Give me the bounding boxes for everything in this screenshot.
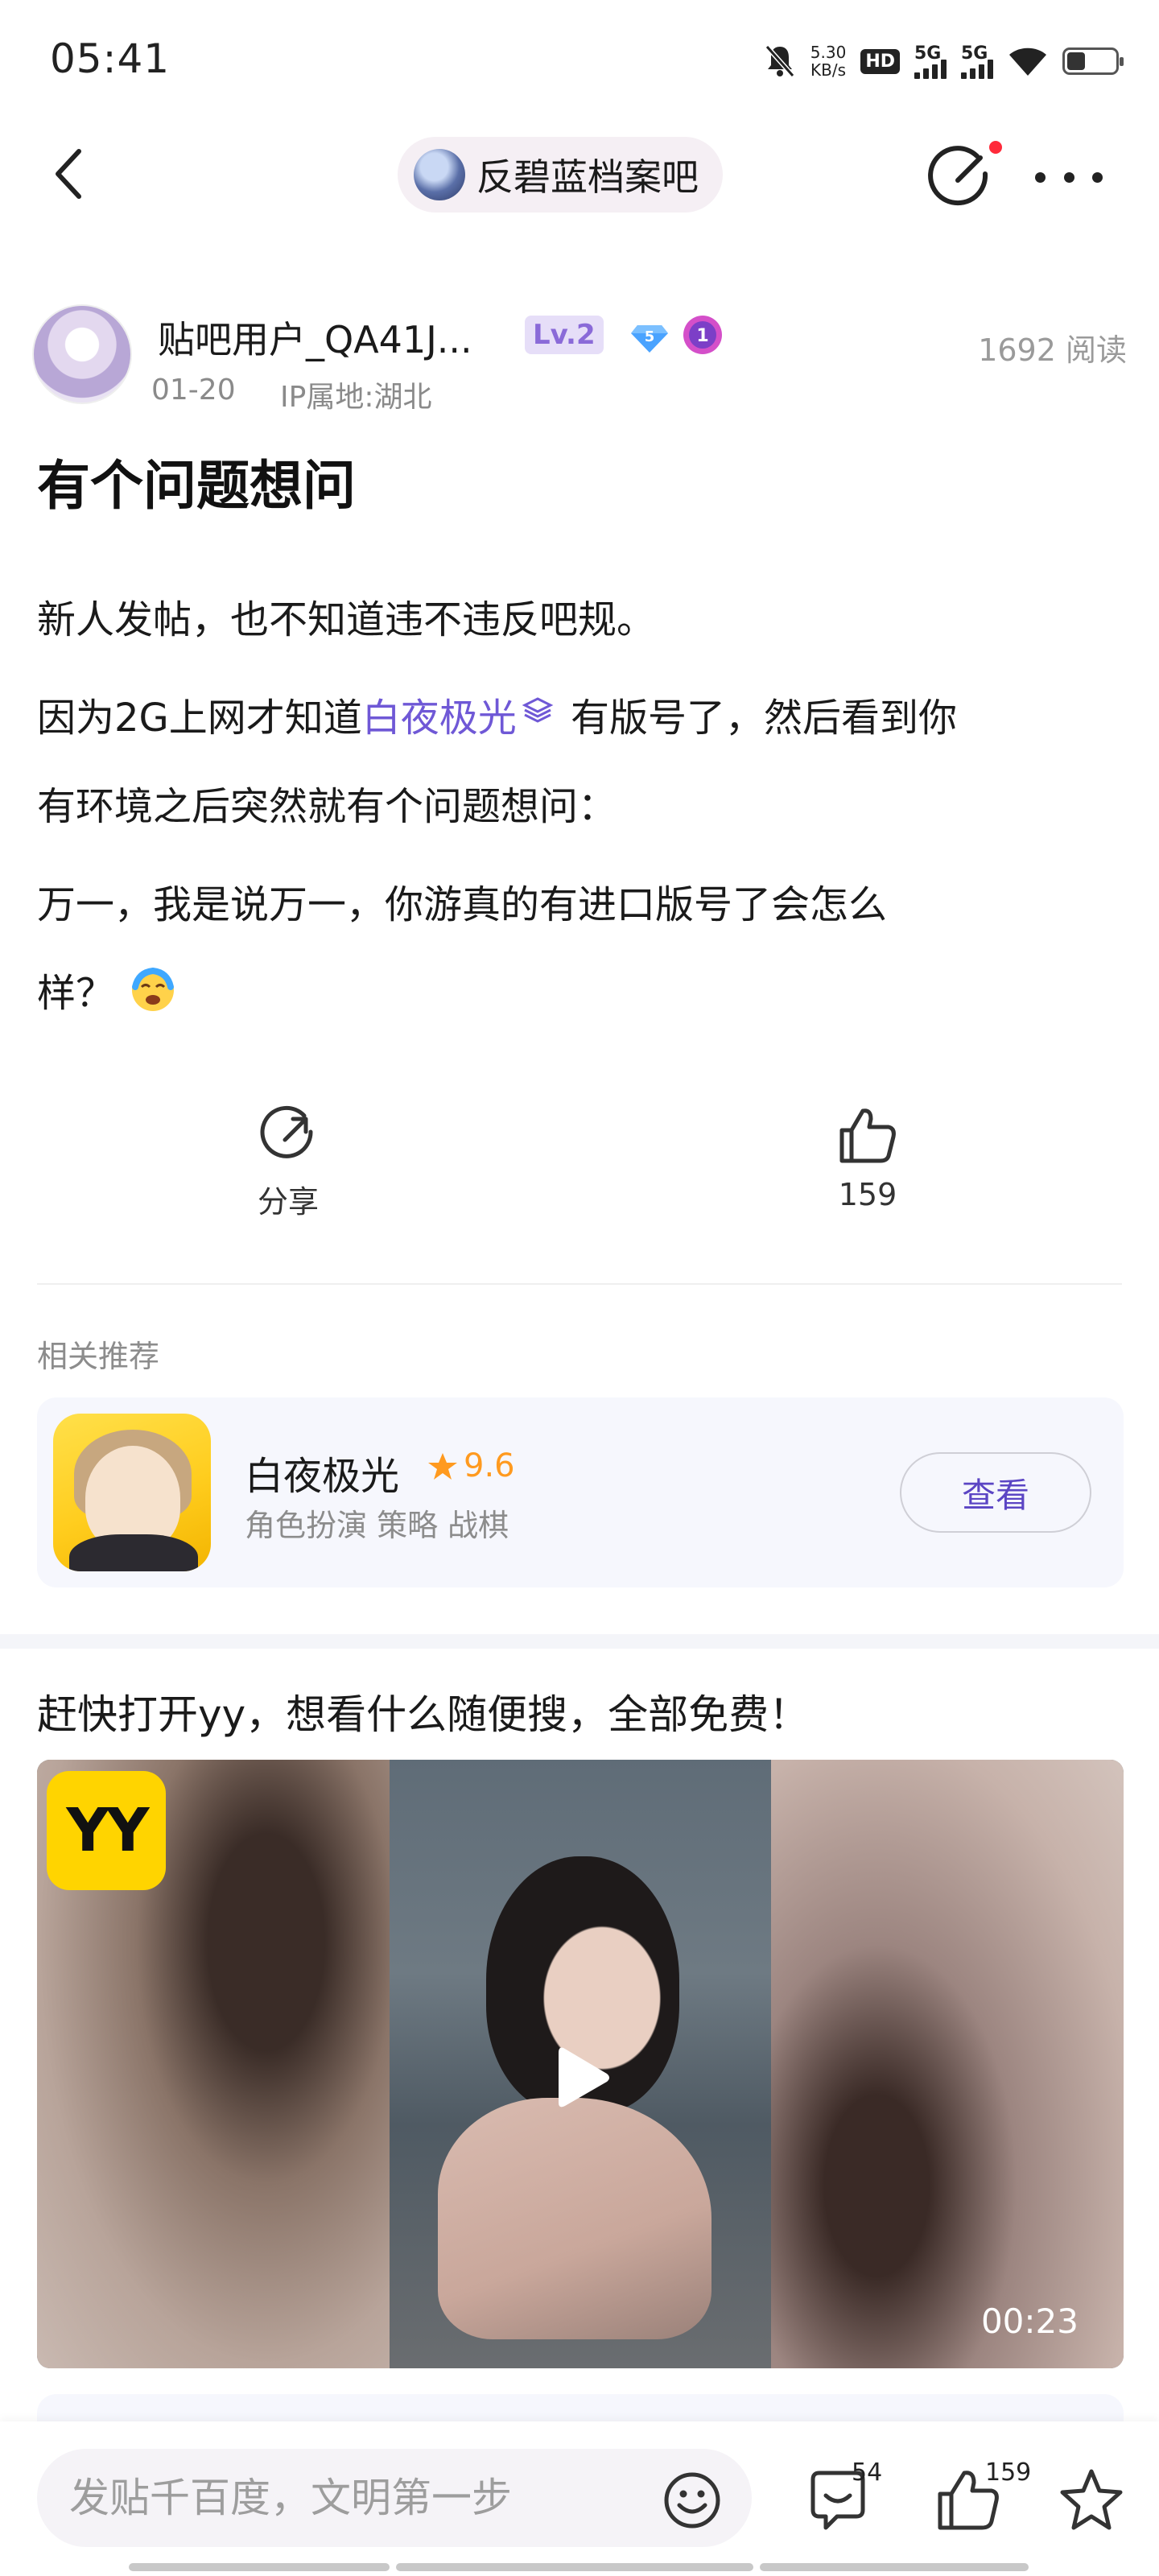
more-dot (1035, 171, 1046, 183)
mute-bell-icon (765, 45, 795, 77)
star-icon[interactable] (1056, 2465, 1127, 2536)
app-rating: 9.6 (464, 1447, 515, 1484)
app-icon (53, 1414, 211, 1571)
level-badge: Lv.2 (525, 316, 604, 354)
like-action[interactable]: 159 (787, 1104, 948, 1212)
view-button[interactable]: 查看 (900, 1452, 1091, 1533)
notification-dot (987, 138, 1004, 156)
thumbs-up-icon (839, 1108, 896, 1163)
network-type-label: 5G (914, 43, 942, 64)
app-tags: 角色扮演 策略 战棋 (245, 1508, 509, 1543)
status-time: 05:41 (50, 35, 171, 82)
forum-chip[interactable]: 反碧蓝档案吧 (398, 137, 723, 213)
ad-video[interactable]: YY 00:23 (37, 1760, 1124, 2368)
more-dot (1063, 171, 1074, 183)
author-name[interactable]: 贴吧用户_QA41J... (158, 311, 472, 364)
ip-location: IP属地:湖北 (280, 381, 432, 414)
post-line: 样？ (37, 961, 179, 1018)
more-button[interactable] (1035, 153, 1103, 201)
medal-level: 1 (696, 326, 708, 346)
like-count: 159 (985, 2458, 1032, 2487)
post-line: 万一，我是说万一，你游真的有进口版号了会怎么 (37, 882, 888, 927)
post-date: 01-20 (151, 374, 236, 407)
diamond-badge-icon: 5 (631, 325, 668, 353)
video-blur-right (771, 1760, 1124, 2368)
signal-icon: 5G (914, 43, 947, 79)
status-icons: 5.30 KB/s HD 5G 5G (764, 37, 1124, 85)
related-section-title: 相关推荐 (37, 1339, 160, 1374)
author-header: 贴吧用户_QA41J... Lv.2 5 1 01-20 IP属地:湖北 169… (32, 304, 1127, 414)
video-subject-body (438, 2098, 711, 2339)
app-recommendation-card[interactable]: 白夜极光 9.6 角色扮演 策略 战棋 查看 (37, 1397, 1124, 1587)
star-icon (428, 1453, 457, 1480)
share-action[interactable]: 分享 (208, 1104, 369, 1221)
comment-count: 54 (852, 2458, 883, 2487)
wifi-icon (1009, 47, 1046, 76)
post-text: 因为2G上网才知道 (37, 696, 362, 741)
medal-badge-icon: 1 (683, 316, 722, 354)
more-dot (1092, 171, 1103, 183)
post-title: 有个问题想问 (37, 455, 356, 517)
app-name: 白夜极光 (245, 1454, 400, 1499)
play-icon[interactable] (536, 2033, 625, 2122)
top-nav-bar: 反碧蓝档案吧 (0, 121, 1159, 225)
section-gap (0, 1634, 1159, 1649)
network-type-label: 5G (961, 43, 988, 64)
comment-input[interactable] (37, 2449, 752, 2547)
author-avatar[interactable] (32, 304, 132, 404)
net-speed: 5.30 KB/s (810, 43, 847, 79)
video-duration: 00:23 (980, 2301, 1079, 2341)
app-icon-coat (69, 1534, 198, 1571)
diamond-level: 5 (645, 328, 655, 345)
battery-icon (1062, 47, 1124, 75)
home-indicator (129, 2563, 1029, 2571)
post-text: 有版号了，然后看到你 (558, 696, 958, 741)
share-icon (260, 1105, 313, 1158)
net-speed-unit: KB/s (810, 60, 847, 80)
yy-logo-text: YY (66, 1796, 149, 1865)
game-link[interactable]: 白夜极光 (362, 696, 517, 741)
emoji-icon[interactable] (662, 2470, 723, 2531)
like-count: 159 (838, 1177, 897, 1212)
forum-name: 反碧蓝档案吧 (476, 155, 699, 199)
back-button[interactable] (45, 142, 93, 206)
ad-title[interactable]: 赶快打开yy，想看什么随便搜，全部免费！ (37, 1682, 809, 1740)
divider (37, 1283, 1122, 1285)
forum-avatar (414, 149, 465, 200)
bottom-bar: 54 159 (0, 2421, 1159, 2576)
share-label: 分享 (257, 1184, 319, 1220)
post-line: 因为2G上网才知道白夜极光 有版号了，然后看到你 (37, 686, 957, 742)
yy-logo: YY (47, 1771, 166, 1890)
post-text: 样？ (37, 971, 115, 1016)
post-line: 有环境之后突然就有个问题想问： (37, 784, 617, 829)
layers-icon (522, 697, 554, 723)
crying-emoji-icon (132, 967, 175, 1011)
read-count: 1692 阅读 (978, 332, 1127, 368)
status-bar: 05:41 5.30 KB/s HD 5G 5G (0, 0, 1159, 121)
hd-icon: HD (860, 48, 900, 74)
post-line: 新人发帖，也不知道违不违反吧规。 (37, 597, 656, 642)
net-speed-value: 5.30 (810, 43, 847, 62)
signal-icon: 5G (961, 43, 993, 79)
